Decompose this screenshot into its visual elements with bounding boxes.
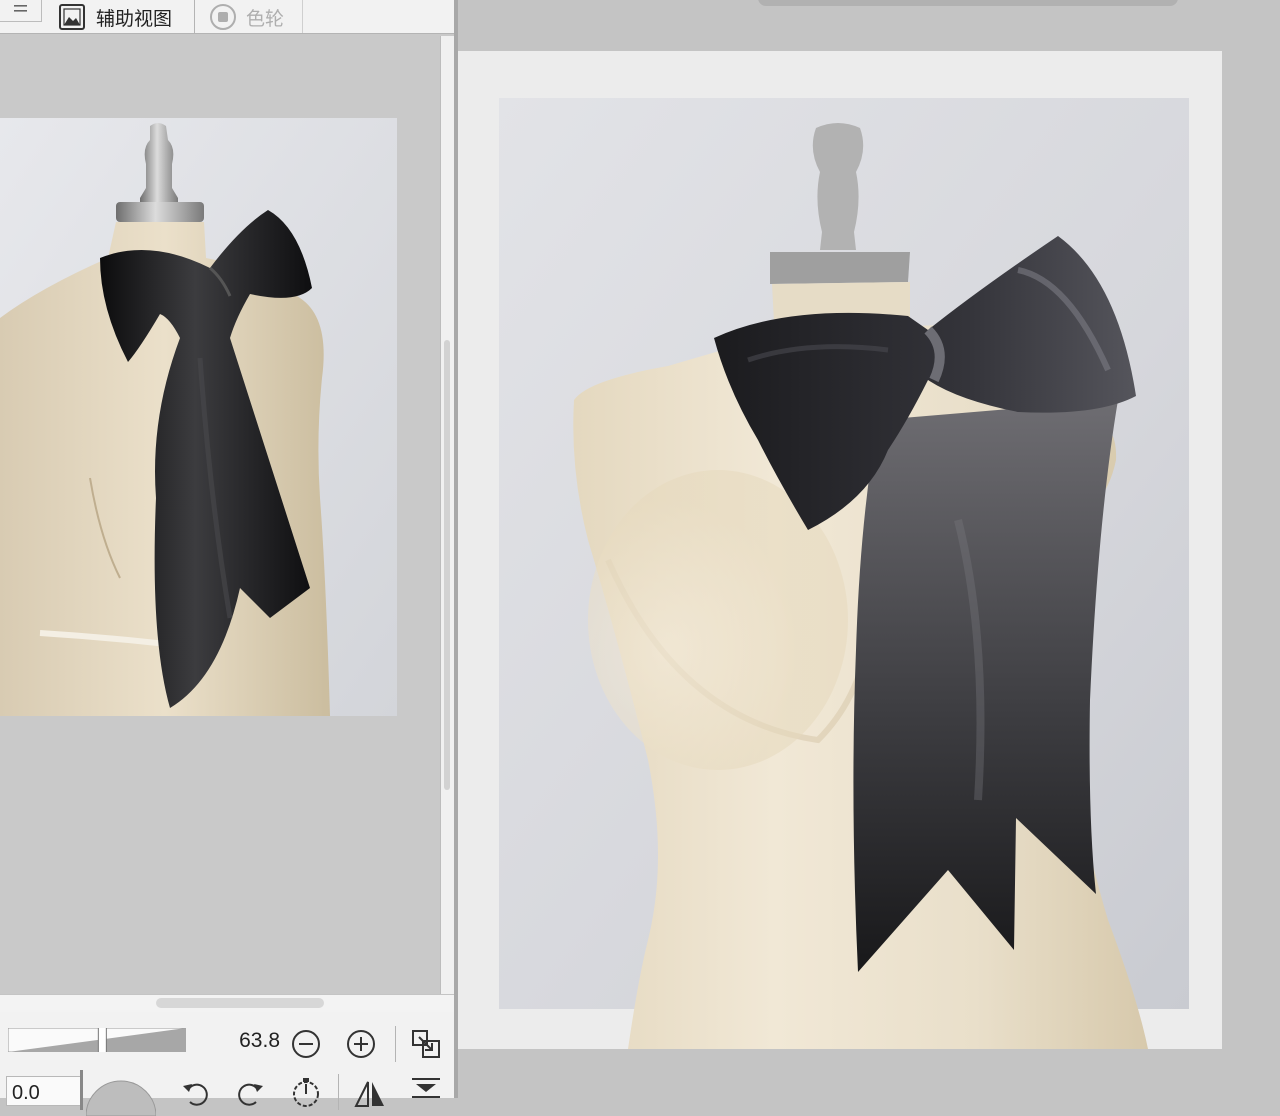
zoom-in-icon[interactable] [345,1028,377,1060]
zoom-value: 63.8 [239,1029,280,1052]
horizontal-scrollbar-thumb[interactable] [156,998,324,1008]
vertical-scrollbar-thumb[interactable] [444,340,450,790]
vertical-scrollbar[interactable] [440,36,454,994]
rotation-dial[interactable] [86,1076,156,1116]
navigator-controls: 63.8 0.0 [0,1012,454,1116]
canvas-artwork [499,98,1189,1049]
rotate-right-icon[interactable] [236,1078,266,1108]
rotation-slider-thumb[interactable] [80,1070,83,1110]
flip-horizontal-icon[interactable] [352,1078,388,1108]
controls-divider-2 [338,1074,339,1110]
reset-rotation-icon[interactable] [290,1076,322,1108]
tab-navigator-label: 辅助视图 [96,8,173,30]
rotation-angle-value: 0.0 [12,1082,40,1104]
hamburger-icon [14,5,27,12]
panel-tab-bar: 辅助视图 色轮 [0,0,454,34]
tab-navigator[interactable]: 辅助视图 [50,0,195,34]
horizontal-scrollbar[interactable] [0,994,454,1012]
controls-divider [395,1026,396,1062]
navigator-picture-icon [59,4,85,30]
main-canvas[interactable] [458,0,1280,1098]
zoom-slider[interactable] [8,1028,186,1052]
color-wheel-icon [210,4,236,30]
zoom-out-icon[interactable] [290,1028,322,1060]
panel-menu-button[interactable] [0,0,42,22]
navigator-preview-image [0,118,397,716]
navigator-canvas[interactable] [0,36,440,994]
tab-color-wheel-label: 色轮 [246,8,285,30]
fit-to-view-icon[interactable] [410,1028,442,1060]
rotate-left-icon[interactable] [180,1078,210,1108]
tab-color-wheel[interactable]: 色轮 [200,0,303,34]
zoom-slider-thumb[interactable] [97,1028,107,1052]
sub-view-panel: 辅助视图 色轮 63.8 0.0 [0,0,454,1116]
flip-vertical-icon[interactable] [410,1074,442,1110]
